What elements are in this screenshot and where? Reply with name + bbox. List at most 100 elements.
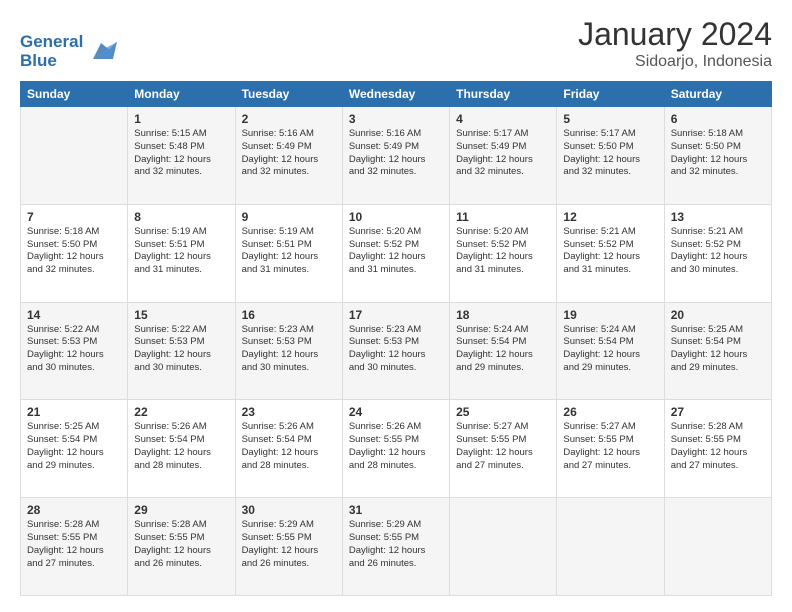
day-number: 10 bbox=[349, 210, 443, 224]
day-number: 17 bbox=[349, 308, 443, 322]
day-number: 2 bbox=[242, 112, 336, 126]
day-cell: 8 Sunrise: 5:19 AM Sunset: 5:51 PM Daylig… bbox=[128, 204, 235, 302]
day-info: Sunrise: 5:27 AM Sunset: 5:55 PM Dayligh… bbox=[563, 421, 657, 472]
day-number: 19 bbox=[563, 308, 657, 322]
day-cell: 29 Sunrise: 5:28 AM Sunset: 5:55 PM Dayli… bbox=[128, 498, 235, 596]
day-cell bbox=[664, 498, 771, 596]
day-cell: 11 Sunrise: 5:20 AM Sunset: 5:52 PM Dayli… bbox=[450, 204, 557, 302]
day-number: 8 bbox=[134, 210, 228, 224]
day-number: 22 bbox=[134, 405, 228, 419]
logo-general: General bbox=[20, 32, 83, 52]
day-number: 25 bbox=[456, 405, 550, 419]
day-number: 14 bbox=[27, 308, 121, 322]
day-number: 29 bbox=[134, 503, 228, 517]
day-cell: 13Sunrise: 5:21 AM Sunset: 5:52 PM Dayli… bbox=[664, 204, 771, 302]
logo-bird-icon bbox=[85, 35, 117, 67]
day-cell: 31Sunrise: 5:29 AM Sunset: 5:55 PM Dayli… bbox=[342, 498, 449, 596]
day-number: 16 bbox=[242, 308, 336, 322]
day-cell: 14Sunrise: 5:22 AM Sunset: 5:53 PM Dayli… bbox=[21, 302, 128, 400]
day-number: 23 bbox=[242, 405, 336, 419]
day-number: 1 bbox=[134, 112, 228, 126]
day-cell: 20 Sunrise: 5:25 AM Sunset: 5:54 PM Dayli… bbox=[664, 302, 771, 400]
day-cell: 6Sunrise: 5:18 AM Sunset: 5:50 PM Daylig… bbox=[664, 107, 771, 205]
day-info: Sunrise: 5:23 AM Sunset: 5:53 PM Dayligh… bbox=[349, 324, 443, 375]
day-cell: 27 Sunrise: 5:28 AM Sunset: 5:55 PM Dayli… bbox=[664, 400, 771, 498]
day-number: 18 bbox=[456, 308, 550, 322]
week-row-1: 1Sunrise: 5:15 AM Sunset: 5:48 PM Daylig… bbox=[21, 107, 772, 205]
day-number: 6 bbox=[671, 112, 765, 126]
day-number: 5 bbox=[563, 112, 657, 126]
day-number: 12 bbox=[563, 210, 657, 224]
week-row-3: 14 Sunrise: 5:22 AM Sunset: 5:53 PM Dayli… bbox=[21, 302, 772, 400]
day-cell: 16 Sunrise: 5:23 AM Sunset: 5:53 PM Dayli… bbox=[235, 302, 342, 400]
page: General Blue January 2024 Sidoarjo, Indo… bbox=[0, 0, 792, 612]
header-cell-wednesday: Wednesday bbox=[342, 82, 449, 107]
day-info: Sunrise: 5:25 AM Sunset: 5:54 PM Dayligh… bbox=[27, 421, 121, 472]
day-info: Sunrise: 5:20 AM Sunset: 5:52 PM Dayligh… bbox=[349, 226, 443, 277]
day-number: 15 bbox=[134, 308, 228, 322]
header-cell-tuesday: Tuesday bbox=[235, 82, 342, 107]
day-cell bbox=[450, 498, 557, 596]
day-number: 30 bbox=[242, 503, 336, 517]
day-number: 9 bbox=[242, 210, 336, 224]
day-cell: 25Sunrise: 5:27 AM Sunset: 5:55 PM Dayli… bbox=[450, 400, 557, 498]
day-info: Sunrise: 5:29 AM Sunset: 5:55 PM Dayligh… bbox=[242, 519, 336, 570]
day-number: 21 bbox=[27, 405, 121, 419]
header-row: SundayMondayTuesdayWednesdayThursdayFrid… bbox=[21, 82, 772, 107]
day-cell: 26Sunrise: 5:27 AM Sunset: 5:55 PM Dayli… bbox=[557, 400, 664, 498]
day-number: 3 bbox=[349, 112, 443, 126]
header-cell-monday: Monday bbox=[128, 82, 235, 107]
day-info: Sunrise: 5:26 AM Sunset: 5:54 PM Dayligh… bbox=[134, 421, 228, 472]
day-cell: 3 Sunrise: 5:16 AM Sunset: 5:49 PM Daylig… bbox=[342, 107, 449, 205]
day-cell: 21 Sunrise: 5:25 AM Sunset: 5:54 PM Dayli… bbox=[21, 400, 128, 498]
header-cell-sunday: Sunday bbox=[21, 82, 128, 107]
day-cell: 5 Sunrise: 5:17 AM Sunset: 5:50 PM Daylig… bbox=[557, 107, 664, 205]
day-info: Sunrise: 5:26 AM Sunset: 5:55 PM Dayligh… bbox=[349, 421, 443, 472]
day-info: Sunrise: 5:18 AM Sunset: 5:50 PM Dayligh… bbox=[27, 226, 121, 277]
day-info: Sunrise: 5:23 AM Sunset: 5:53 PM Dayligh… bbox=[242, 324, 336, 375]
day-cell: 7Sunrise: 5:18 AM Sunset: 5:50 PM Daylig… bbox=[21, 204, 128, 302]
day-number: 27 bbox=[671, 405, 765, 419]
day-cell: 9 Sunrise: 5:19 AM Sunset: 5:51 PM Daylig… bbox=[235, 204, 342, 302]
day-info: Sunrise: 5:21 AM Sunset: 5:52 PM Dayligh… bbox=[563, 226, 657, 277]
day-cell: 30 Sunrise: 5:29 AM Sunset: 5:55 PM Dayli… bbox=[235, 498, 342, 596]
calendar-table: SundayMondayTuesdayWednesdayThursdayFrid… bbox=[20, 81, 772, 596]
day-info: Sunrise: 5:24 AM Sunset: 5:54 PM Dayligh… bbox=[563, 324, 657, 375]
day-cell bbox=[21, 107, 128, 205]
day-cell: 18Sunrise: 5:24 AM Sunset: 5:54 PM Dayli… bbox=[450, 302, 557, 400]
day-cell: 23 Sunrise: 5:26 AM Sunset: 5:54 PM Dayli… bbox=[235, 400, 342, 498]
day-info: Sunrise: 5:17 AM Sunset: 5:50 PM Dayligh… bbox=[563, 128, 657, 179]
day-info: Sunrise: 5:28 AM Sunset: 5:55 PM Dayligh… bbox=[671, 421, 765, 472]
day-number: 31 bbox=[349, 503, 443, 517]
header-cell-thursday: Thursday bbox=[450, 82, 557, 107]
day-info: Sunrise: 5:28 AM Sunset: 5:55 PM Dayligh… bbox=[134, 519, 228, 570]
day-info: Sunrise: 5:28 AM Sunset: 5:55 PM Dayligh… bbox=[27, 519, 121, 570]
day-info: Sunrise: 5:25 AM Sunset: 5:54 PM Dayligh… bbox=[671, 324, 765, 375]
day-cell: 15 Sunrise: 5:22 AM Sunset: 5:53 PM Dayli… bbox=[128, 302, 235, 400]
day-number: 24 bbox=[349, 405, 443, 419]
day-info: Sunrise: 5:16 AM Sunset: 5:49 PM Dayligh… bbox=[349, 128, 443, 179]
day-number: 20 bbox=[671, 308, 765, 322]
day-cell: 22 Sunrise: 5:26 AM Sunset: 5:54 PM Dayli… bbox=[128, 400, 235, 498]
day-info: Sunrise: 5:20 AM Sunset: 5:52 PM Dayligh… bbox=[456, 226, 550, 277]
main-title: January 2024 bbox=[578, 16, 772, 53]
day-number: 13 bbox=[671, 210, 765, 224]
day-cell: 12 Sunrise: 5:21 AM Sunset: 5:52 PM Dayli… bbox=[557, 204, 664, 302]
day-cell: 24 Sunrise: 5:26 AM Sunset: 5:55 PM Dayli… bbox=[342, 400, 449, 498]
day-cell bbox=[557, 498, 664, 596]
day-cell: 1Sunrise: 5:15 AM Sunset: 5:48 PM Daylig… bbox=[128, 107, 235, 205]
day-info: Sunrise: 5:19 AM Sunset: 5:51 PM Dayligh… bbox=[242, 226, 336, 277]
week-row-5: 28Sunrise: 5:28 AM Sunset: 5:55 PM Dayli… bbox=[21, 498, 772, 596]
day-cell: 28Sunrise: 5:28 AM Sunset: 5:55 PM Dayli… bbox=[21, 498, 128, 596]
subtitle: Sidoarjo, Indonesia bbox=[578, 53, 772, 71]
day-info: Sunrise: 5:22 AM Sunset: 5:53 PM Dayligh… bbox=[134, 324, 228, 375]
day-info: Sunrise: 5:26 AM Sunset: 5:54 PM Dayligh… bbox=[242, 421, 336, 472]
header: General Blue January 2024 Sidoarjo, Indo… bbox=[20, 16, 772, 71]
week-row-4: 21 Sunrise: 5:25 AM Sunset: 5:54 PM Dayli… bbox=[21, 400, 772, 498]
day-info: Sunrise: 5:19 AM Sunset: 5:51 PM Dayligh… bbox=[134, 226, 228, 277]
day-cell: 4Sunrise: 5:17 AM Sunset: 5:49 PM Daylig… bbox=[450, 107, 557, 205]
day-number: 4 bbox=[456, 112, 550, 126]
day-cell: 10 Sunrise: 5:20 AM Sunset: 5:52 PM Dayli… bbox=[342, 204, 449, 302]
day-number: 11 bbox=[456, 210, 550, 224]
day-cell: 2Sunrise: 5:16 AM Sunset: 5:49 PM Daylig… bbox=[235, 107, 342, 205]
